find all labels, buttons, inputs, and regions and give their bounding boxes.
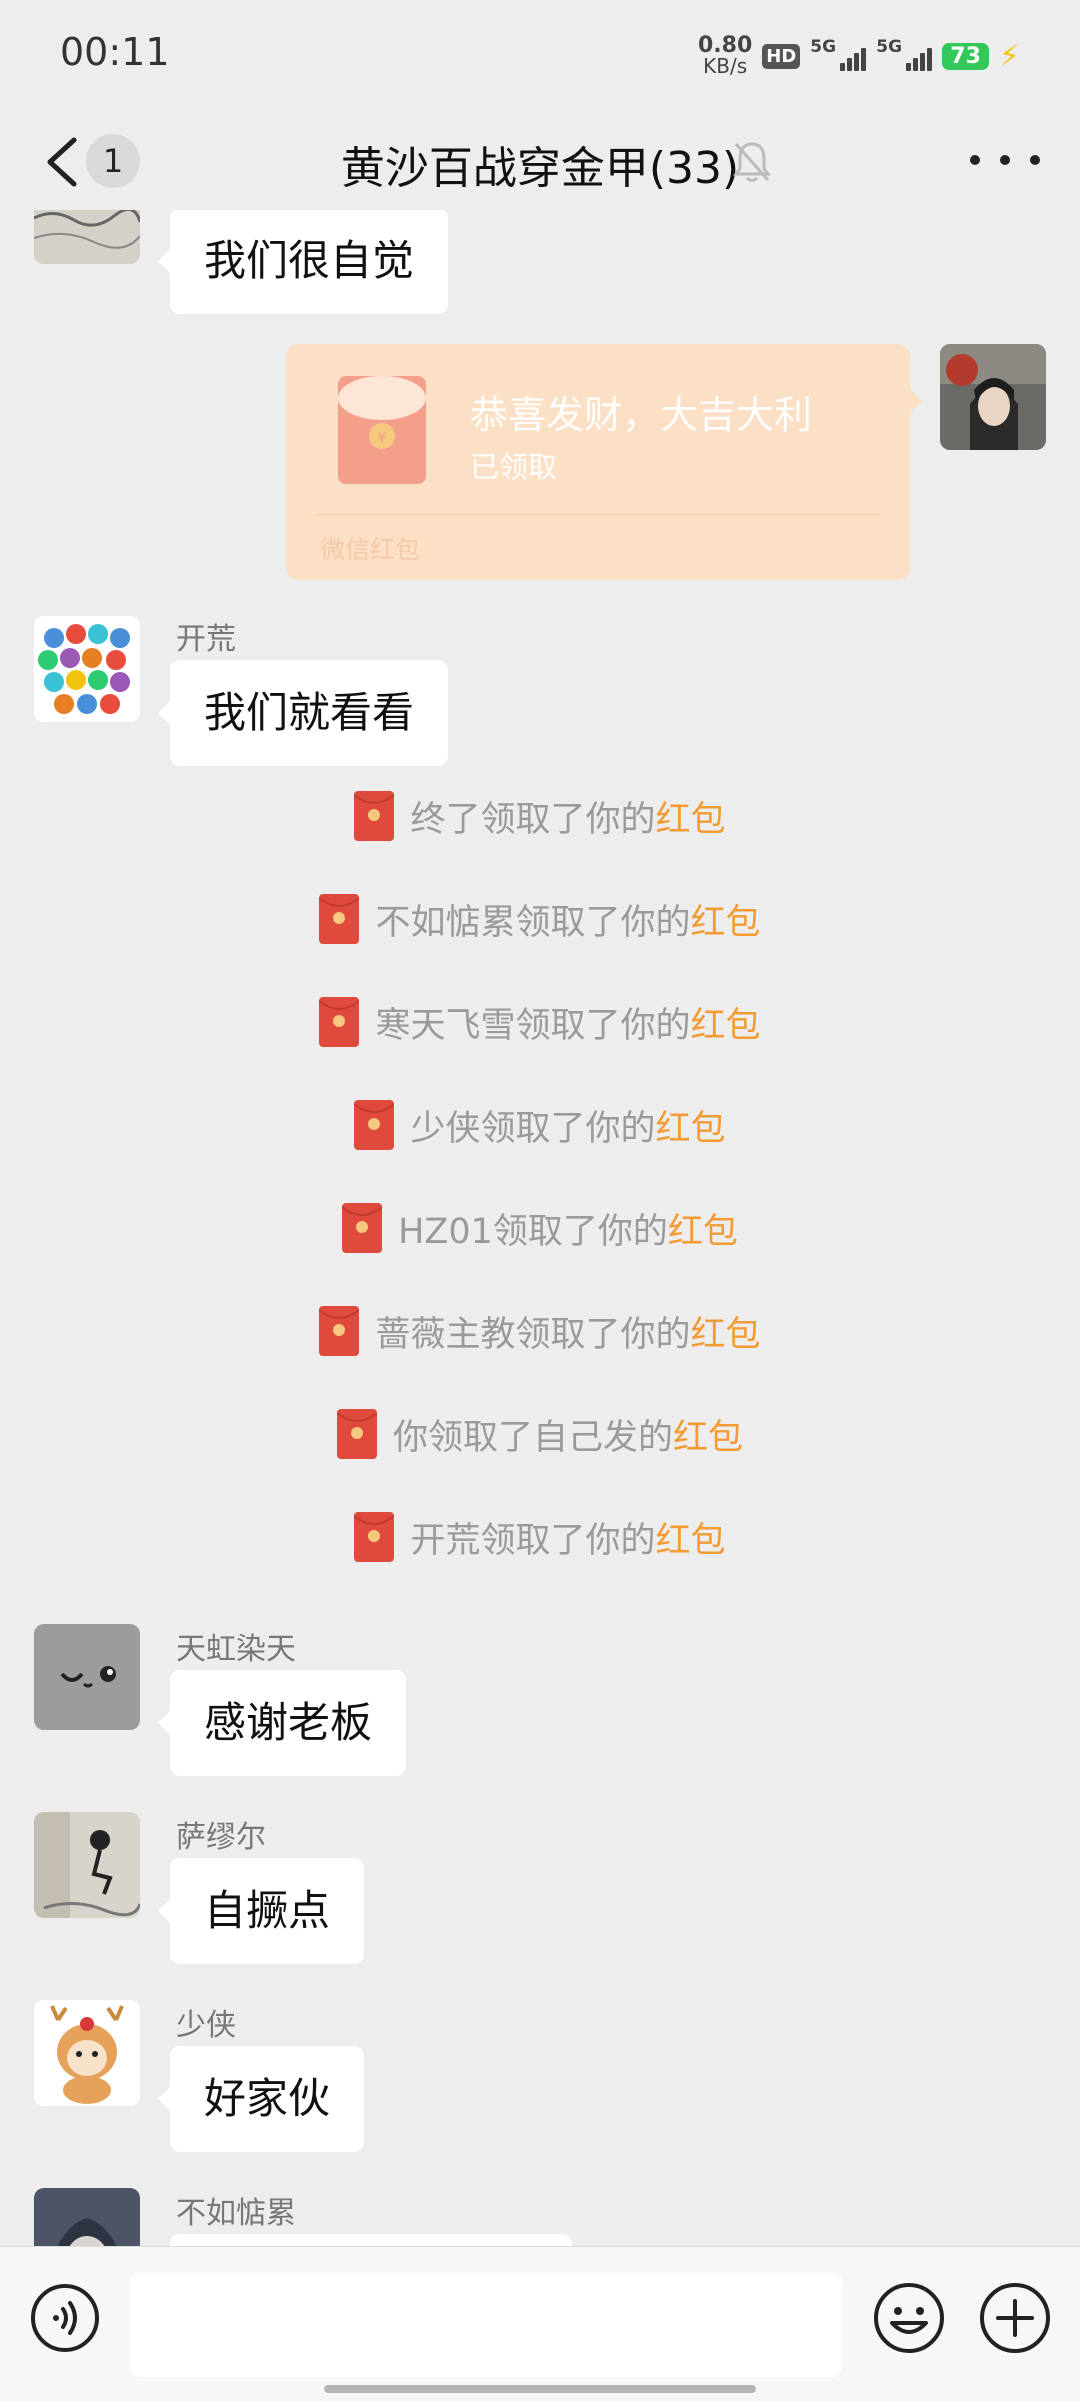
message-bubble[interactable]: 我们就看看 xyxy=(157,660,449,766)
notice-text: 你领取了自己发的 xyxy=(392,1417,673,1458)
message-bubble[interactable]: 好家伙 xyxy=(157,2046,365,2152)
chat-title: 黄沙百战穿金甲(33) xyxy=(340,143,740,194)
red-packet-link[interactable]: 红包 xyxy=(673,1409,743,1460)
red-packet-status: 已领取 xyxy=(470,450,558,484)
network-speed-unit: KB/s xyxy=(703,54,748,78)
status-time: 00:11 xyxy=(60,30,170,74)
red-packet-notice: 你领取了自己发的 红包 xyxy=(0,1406,1080,1462)
message-bubble[interactable] xyxy=(170,2234,572,2246)
notice-text: HZ01领取了你的 xyxy=(398,1211,668,1252)
red-packet-notice: 寒天飞雪领取了你的 红包 xyxy=(0,994,1080,1050)
red-packet-link[interactable]: 红包 xyxy=(691,894,761,945)
red-packet-greeting: 恭喜发财，大吉大利 xyxy=(470,393,813,437)
red-envelope-icon xyxy=(353,791,396,841)
red-packet-link[interactable]: 红包 xyxy=(656,1100,726,1151)
emoji-icon[interactable] xyxy=(872,2281,946,2355)
red-envelope-icon xyxy=(318,894,361,944)
sender-name: 不如惦累 xyxy=(176,2196,296,2231)
signal-label: 5G xyxy=(810,37,837,57)
signal-icon: 5G xyxy=(876,37,933,71)
red-packet-notice: 终了领取了你的 红包 xyxy=(0,788,1080,844)
red-packet-link[interactable]: 红包 xyxy=(656,1512,726,1563)
notice-text: 开荒领取了你的 xyxy=(410,1520,656,1561)
voice-icon[interactable] xyxy=(30,2283,100,2353)
signal-label: 5G xyxy=(876,37,903,57)
red-envelope-icon: ¥ xyxy=(338,376,426,484)
avatar[interactable] xyxy=(34,2188,140,2246)
red-envelope-icon xyxy=(353,1512,396,1562)
notice-text: 寒天飞雪领取了你的 xyxy=(375,1005,691,1046)
network-speed-value: 0.80 xyxy=(698,33,753,58)
sender-name: 开荒 xyxy=(176,622,236,657)
message-list[interactable]: 我们很自觉 ¥ 恭喜发财，大吉大利 已领取 微信红包 开荒 我们就看看 终了领取… xyxy=(0,210,1080,2246)
avatar[interactable] xyxy=(34,1812,140,1918)
message-bubble[interactable]: 自撅点 xyxy=(157,1858,365,1964)
red-packet-card[interactable]: ¥ 恭喜发财，大吉大利 已领取 微信红包 xyxy=(286,344,922,580)
avatar[interactable] xyxy=(34,2000,140,2106)
message-input[interactable] xyxy=(130,2273,842,2377)
divider xyxy=(316,514,880,515)
bolt-icon: ⚡ xyxy=(998,38,1020,74)
red-packet-notice: 开荒领取了你的 红包 xyxy=(0,1509,1080,1565)
red-envelope-icon xyxy=(353,1100,396,1150)
avatar[interactable] xyxy=(940,344,1046,450)
avatar[interactable] xyxy=(34,616,140,722)
signal-icon: 5G xyxy=(810,37,867,71)
chat-header: 1 黄沙百战穿金甲(33) xyxy=(0,110,1080,210)
svg-text:¥: ¥ xyxy=(378,430,387,446)
notice-text: 终了领取了你的 xyxy=(410,799,656,840)
sender-name: 少侠 xyxy=(176,2008,236,2043)
red-packet-link[interactable]: 红包 xyxy=(656,791,726,842)
message-bubble[interactable]: 感谢老板 xyxy=(157,1670,407,1776)
red-envelope-icon xyxy=(318,997,361,1047)
red-packet-notice: 不如惦累领取了你的 红包 xyxy=(0,891,1080,947)
message-bubble[interactable]: 我们很自觉 xyxy=(157,210,449,314)
input-bar xyxy=(0,2246,1080,2401)
red-envelope-icon xyxy=(318,1306,361,1356)
avatar[interactable] xyxy=(34,1624,140,1730)
red-packet-notice: HZ01领取了你的 红包 xyxy=(0,1200,1080,1256)
hd-icon: HD xyxy=(762,43,801,69)
status-bar: 00:11 0.80 KB/s HD 5G 5G 73 ⚡ xyxy=(0,0,1080,110)
plus-circle-icon[interactable] xyxy=(978,2281,1052,2355)
red-packet-notice: 少侠领取了你的 红包 xyxy=(0,1097,1080,1153)
avatar[interactable] xyxy=(34,210,140,264)
red-envelope-icon xyxy=(336,1409,378,1459)
red-packet-footer: 微信红包 xyxy=(320,535,421,564)
notice-text: 不如惦累领取了你的 xyxy=(375,902,691,943)
sender-name: 萨缪尔 xyxy=(176,1820,266,1855)
battery-icon: 73 xyxy=(942,42,989,70)
red-packet-link[interactable]: 红包 xyxy=(668,1203,738,1254)
red-envelope-icon xyxy=(341,1203,383,1253)
more-options-button[interactable] xyxy=(970,132,1040,188)
red-packet-link[interactable]: 红包 xyxy=(691,1306,761,1357)
ellipsis-icon xyxy=(970,155,980,165)
network-speed: 0.80 KB/s xyxy=(698,33,753,78)
red-packet-notice: 蔷薇主教领取了你的 红包 xyxy=(0,1303,1080,1359)
home-indicator[interactable] xyxy=(324,2385,756,2393)
bell-muted-icon xyxy=(730,138,774,186)
red-packet-link[interactable]: 红包 xyxy=(691,997,761,1048)
sender-name: 天虹染天 xyxy=(176,1632,296,1667)
status-icons: 0.80 KB/s HD 5G 5G 73 ⚡ xyxy=(698,33,1020,78)
notice-text: 少侠领取了你的 xyxy=(410,1108,656,1149)
notice-text: 蔷薇主教领取了你的 xyxy=(375,1314,691,1355)
